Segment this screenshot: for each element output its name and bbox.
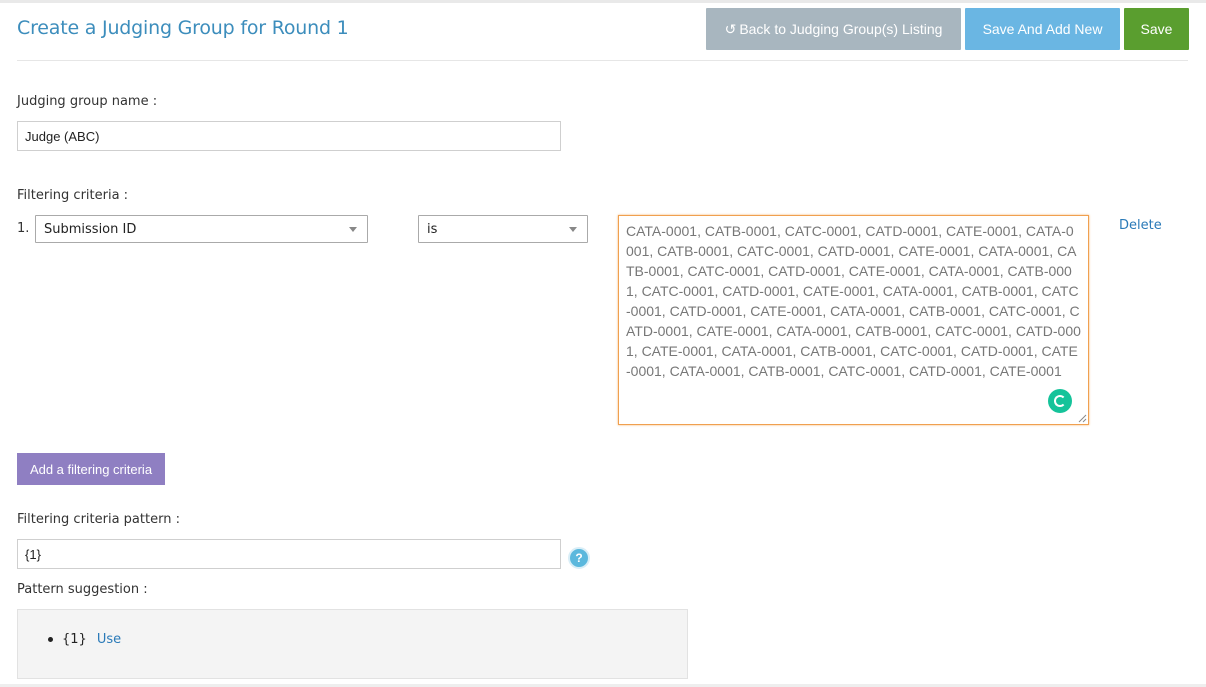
- back-button-label: Back to Judging Group(s) Listing: [739, 21, 943, 37]
- criteria-value-textarea[interactable]: CATA-0001, CATB-0001, CATC-0001, CATD-00…: [618, 215, 1089, 425]
- criteria-row-number: 1.: [17, 221, 30, 236]
- chevron-down-icon: [349, 227, 357, 232]
- header-divider: [17, 60, 1188, 61]
- group-name-label: Judging group name :: [17, 94, 158, 109]
- bullet-icon: [48, 637, 53, 642]
- page-title: Create a Judging Group for Round 1: [17, 17, 349, 39]
- grammarly-icon[interactable]: [1048, 389, 1072, 413]
- filtering-criteria-label: Filtering criteria :: [17, 188, 129, 203]
- help-icon[interactable]: ?: [568, 547, 590, 569]
- resize-handle-icon[interactable]: [1078, 414, 1087, 423]
- pattern-label: Filtering criteria pattern :: [17, 512, 180, 527]
- top-border: [0, 0, 1206, 3]
- add-filtering-criteria-button[interactable]: Add a filtering criteria: [17, 453, 165, 485]
- save-and-add-new-button[interactable]: Save And Add New: [965, 8, 1120, 50]
- suggestion-pattern: {1}: [62, 632, 87, 647]
- criteria-operator-value: is: [427, 221, 438, 237]
- pattern-suggestion-label: Pattern suggestion :: [17, 582, 148, 597]
- delete-criteria-link[interactable]: Delete: [1119, 218, 1162, 233]
- undo-icon: ↺: [724, 20, 737, 37]
- pattern-input[interactable]: {1}: [17, 539, 561, 569]
- chevron-down-icon: [569, 227, 577, 232]
- criteria-operator-select[interactable]: is: [418, 215, 588, 243]
- criteria-field-value: Submission ID: [44, 221, 137, 237]
- criteria-field-select[interactable]: Submission ID: [35, 215, 368, 243]
- group-name-input[interactable]: Judge (ABC): [17, 121, 561, 151]
- suggestion-item: {1} Use: [48, 632, 121, 647]
- use-suggestion-link[interactable]: Use: [97, 632, 121, 647]
- save-button[interactable]: Save: [1124, 8, 1189, 50]
- suggestion-box: {1} Use: [17, 609, 688, 679]
- back-to-listing-button[interactable]: ↺ Back to Judging Group(s) Listing: [706, 8, 961, 50]
